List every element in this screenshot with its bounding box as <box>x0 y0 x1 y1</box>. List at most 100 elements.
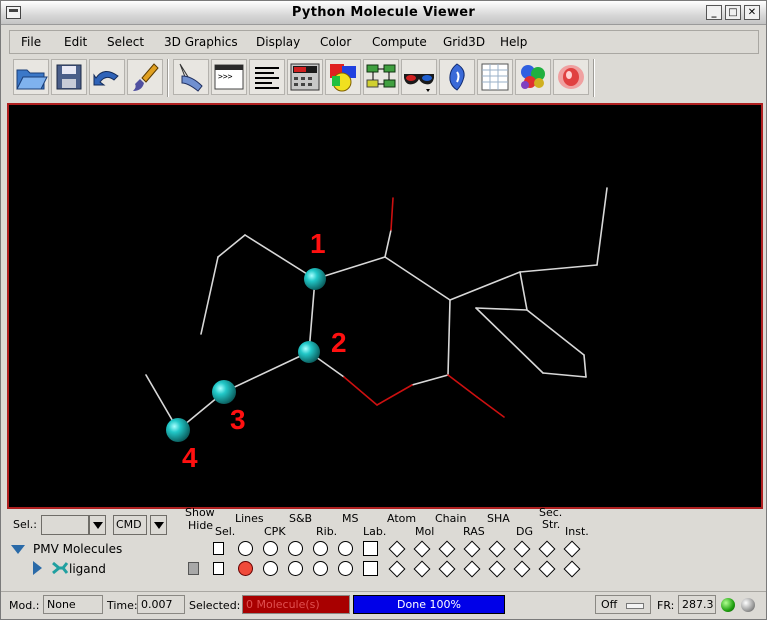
gray-status-light-icon <box>741 598 755 612</box>
molecule-tree: PMV Molecules ligand <box>9 541 181 591</box>
header-hide: Hide <box>188 519 214 532</box>
atom-sphere <box>166 418 190 442</box>
menu-edit[interactable]: Edit <box>64 35 87 49</box>
toolbar: >>> <box>9 57 599 99</box>
atom-color-toggle[interactable] <box>388 560 406 578</box>
selection-dropdown-icon[interactable] <box>89 515 106 535</box>
header-dg: DG <box>516 525 533 538</box>
bond <box>217 234 246 258</box>
sha-color-toggle[interactable] <box>488 540 506 558</box>
chain-color-toggle[interactable] <box>438 540 456 558</box>
spreadsheet-icon[interactable] <box>477 59 513 95</box>
open-file-icon[interactable] <box>13 59 49 95</box>
mol-color-toggle[interactable] <box>413 540 431 558</box>
menu-select[interactable]: Select <box>107 35 144 49</box>
chain-color-toggle[interactable] <box>438 560 456 578</box>
svg-text:>>>: >>> <box>218 72 233 81</box>
mod-field: None <box>43 595 103 614</box>
network-icon[interactable] <box>363 59 399 95</box>
ms-toggle[interactable] <box>338 541 353 556</box>
sb-toggle[interactable] <box>288 561 303 576</box>
fr-label: FR: <box>657 599 675 612</box>
secstr-color-toggle[interactable] <box>538 560 556 578</box>
menu-file[interactable]: File <box>21 35 41 49</box>
bond-oxygen <box>447 374 478 398</box>
sb-toggle[interactable] <box>288 541 303 556</box>
lab-toggle[interactable] <box>363 561 378 576</box>
undo-icon[interactable] <box>89 59 125 95</box>
window-title: Python Molecule Viewer <box>291 5 476 20</box>
secstr-color-toggle[interactable] <box>538 540 556 558</box>
ras-color-toggle[interactable] <box>463 560 481 578</box>
close-icon[interactable]: ✕ <box>744 5 760 20</box>
menu-color[interactable]: Color <box>320 35 351 49</box>
text-lines-icon[interactable] <box>249 59 285 95</box>
volume-render-icon[interactable] <box>553 59 589 95</box>
expanded-arrow-icon[interactable] <box>11 545 25 555</box>
header-chain: Chain <box>435 512 467 525</box>
molecule-surface-icon[interactable] <box>515 59 551 95</box>
lines-toggle[interactable] <box>238 561 253 576</box>
cmd-dropdown-icon[interactable] <box>150 515 167 535</box>
header-sel: Sel. <box>215 525 236 538</box>
cpk-toggle[interactable] <box>263 561 278 576</box>
bond <box>519 271 528 311</box>
3d-viewer-canvas[interactable]: 1 2 3 4 <box>7 103 763 509</box>
pick-tool-icon[interactable] <box>173 59 209 95</box>
atom-color-toggle[interactable] <box>388 540 406 558</box>
control-panel-icon[interactable] <box>287 59 323 95</box>
maximize-icon[interactable]: □ <box>725 5 741 20</box>
inst-color-toggle[interactable] <box>563 540 581 558</box>
sel-toggle[interactable] <box>213 562 224 575</box>
collapsed-arrow-icon[interactable] <box>33 561 43 575</box>
menu-help[interactable]: Help <box>500 35 527 49</box>
sha-color-toggle[interactable] <box>488 560 506 578</box>
bond <box>200 256 219 335</box>
ms-toggle[interactable] <box>338 561 353 576</box>
title-bar: Python Molecule Viewer _ □ ✕ <box>1 1 766 25</box>
dg-color-toggle[interactable] <box>513 560 531 578</box>
sel-toggle[interactable] <box>213 542 224 555</box>
selection-combobox[interactable] <box>41 515 89 535</box>
rib-toggle[interactable] <box>313 541 328 556</box>
rib-toggle[interactable] <box>313 561 328 576</box>
molecule-icon <box>52 561 69 575</box>
cmd-combobox[interactable]: CMD <box>113 515 147 535</box>
dg-color-toggle[interactable] <box>513 540 531 558</box>
spin-mode-button[interactable]: Off <box>595 595 651 614</box>
python-shell-icon[interactable]: >>> <box>211 59 247 95</box>
pdb-logo-icon[interactable] <box>439 59 475 95</box>
sel-label: Sel.: <box>13 518 38 531</box>
bond <box>411 374 449 386</box>
menu-compute[interactable]: Compute <box>372 35 427 49</box>
bond <box>542 372 587 378</box>
header-str: Str. <box>542 518 561 531</box>
bond <box>475 307 528 311</box>
header-atom: Atom <box>387 512 417 525</box>
header-sb: S&B <box>289 512 313 525</box>
header-sha: SHA <box>487 512 510 525</box>
ras-color-toggle[interactable] <box>463 540 481 558</box>
header-ras: RAS <box>463 525 485 538</box>
cpk-toggle[interactable] <box>263 541 278 556</box>
minimize-icon[interactable]: _ <box>706 5 722 20</box>
save-icon[interactable] <box>51 59 87 95</box>
header-mol: Mol <box>415 525 435 538</box>
bond <box>314 256 386 280</box>
tree-root-label[interactable]: PMV Molecules <box>33 542 122 556</box>
header-ms: MS <box>342 512 359 525</box>
mol-color-toggle[interactable] <box>413 560 431 578</box>
stereo-glasses-icon[interactable] <box>401 59 437 95</box>
show-hide-toggle[interactable] <box>188 562 199 575</box>
tree-item-ligand[interactable]: ligand <box>69 562 106 576</box>
menu-grid3d[interactable]: Grid3D <box>443 35 485 49</box>
menu-3d-graphics[interactable]: 3D Graphics <box>164 35 238 49</box>
inst-color-toggle[interactable] <box>563 560 581 578</box>
menu-display[interactable]: Display <box>256 35 300 49</box>
lines-toggle[interactable] <box>238 541 253 556</box>
paint-brush-icon[interactable] <box>127 59 163 95</box>
color-shapes-icon[interactable] <box>325 59 361 95</box>
bond-oxygen <box>390 197 394 231</box>
spin-mode-value: Off <box>601 598 618 611</box>
lab-toggle[interactable] <box>363 541 378 556</box>
